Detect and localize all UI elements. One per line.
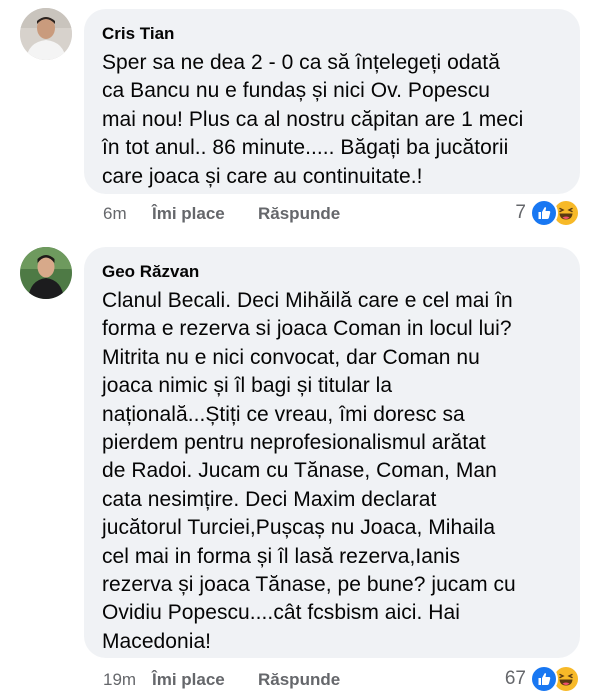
like-button[interactable]: Îmi place (152, 202, 225, 226)
comments-page: Cris Tian Sper sa ne dea 2 - 0 ca să înț… (0, 0, 594, 700)
like-icon (530, 199, 558, 227)
comment-text: Clanul Becali. Deci Mihăilă care e cel m… (102, 287, 562, 656)
comment-bubble: Geo Răzvan Clanul Becali. Deci Mihăilă c… (84, 247, 580, 658)
reply-button[interactable]: Răspunde (258, 202, 340, 226)
comment-text-line: Sper sa ne dea 2 - 0 ca să înțelegeți od… (102, 51, 500, 74)
avatar[interactable] (20, 8, 72, 60)
comment-author[interactable]: Cris Tian (102, 23, 562, 45)
comment-author[interactable]: Geo Răzvan (102, 261, 562, 283)
comment-text-line: ca Bancu nu e fundaș și nici Ov. Popescu (102, 79, 490, 103)
like-button[interactable]: Îmi place (152, 668, 225, 692)
comment-text-line: Ovidiu Popescu....cât fcsbism aici. Hai (102, 601, 460, 625)
comment: Geo Răzvan Clanul Becali. Deci Mihăilă c… (0, 240, 594, 700)
comment-text-line: de Radoi. Jucam cu Tănase, Coman, Man (102, 459, 497, 483)
like-icon (530, 665, 558, 693)
comment-text-line: Clanul Becali. Deci Mihăilă care e cel m… (102, 289, 513, 312)
reactions-summary[interactable]: 7 (515, 199, 580, 227)
avatar[interactable] (20, 247, 72, 299)
comment-text-line: cel mai in forma și îl lasă rezerva,Iani… (102, 544, 461, 568)
comment-text-line: joaca nimic și îl bagi și titular la (102, 374, 393, 398)
comment-text-line: cata nesimțire. Deci Maxim declarat (102, 487, 437, 511)
comment-text-line: jucătorul Turciei,Pușcaș nu Joaca, Mihai… (102, 516, 496, 540)
reaction-count: 67 (504, 668, 526, 689)
comment-text-line: pierdem pentru neprofesionalismul arătat (102, 431, 486, 455)
comment-time[interactable]: 6m (103, 202, 127, 226)
comment-text-line: în tot anul.. 86 minute..... Băgați ba j… (102, 136, 509, 160)
reaction-count: 7 (515, 202, 526, 223)
comment-text-line: mai nou! Plus ca al nostru căpitan are 1… (102, 107, 524, 131)
reply-button[interactable]: Răspunde (258, 668, 340, 692)
comment-text-line: care joaca și care au continuitate.! (102, 164, 423, 188)
comment-text-line: Mitrita nu e nici convocat, dar Coman nu (102, 345, 480, 369)
comment: Cris Tian Sper sa ne dea 2 - 0 ca să înț… (0, 0, 594, 240)
comment-text-line: națională...Știți ce vreau, îmi doresc s… (102, 402, 465, 426)
comment-text: Sper sa ne dea 2 - 0 ca să înțelegeți od… (102, 49, 562, 191)
comment-time[interactable]: 19m (103, 668, 136, 692)
avatar-photo (20, 247, 72, 299)
avatar-photo (20, 8, 72, 60)
reactions-summary[interactable]: 67 (505, 665, 580, 693)
comment-text-line: rezerva și joaca Tănase, pe bune? jucam … (102, 573, 516, 597)
comment-text-line: Macedonia! (102, 629, 212, 653)
comment-text-line: forma e rezerva si joaca Coman in locul … (102, 317, 512, 341)
comment-bubble: Cris Tian Sper sa ne dea 2 - 0 ca să înț… (84, 9, 580, 194)
